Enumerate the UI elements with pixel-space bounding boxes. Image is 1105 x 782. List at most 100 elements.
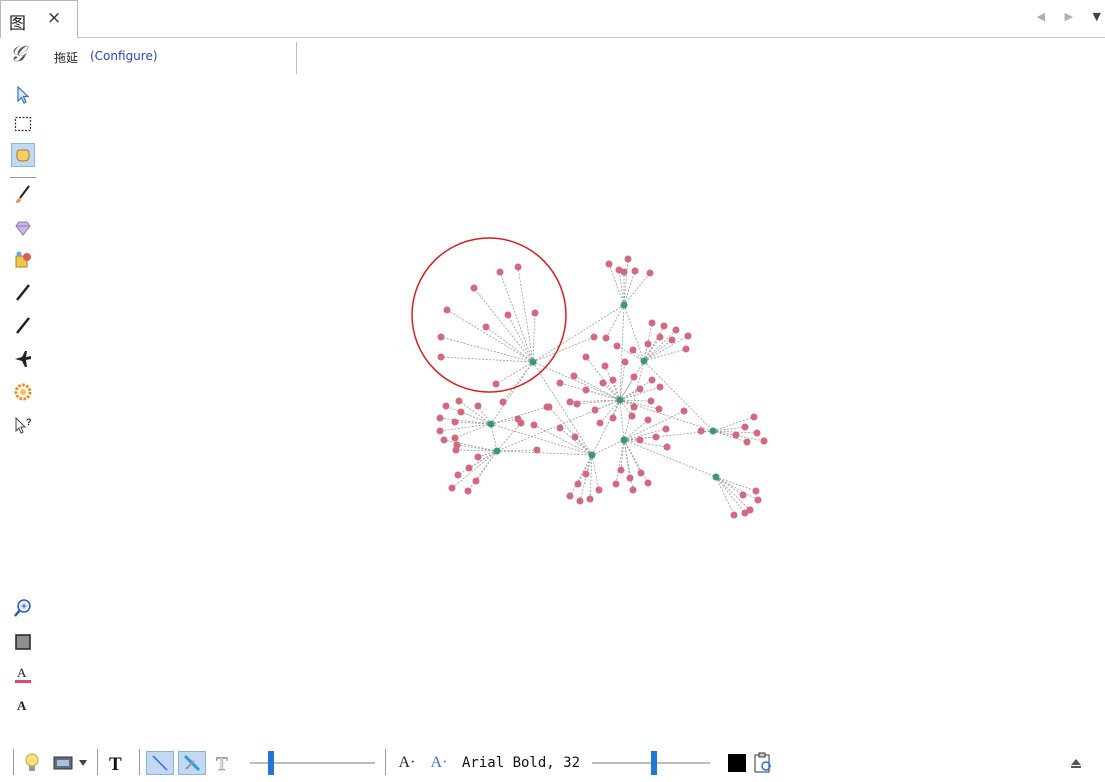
graph-node[interactable] [612, 480, 620, 488]
heat-map-tool-icon[interactable] [11, 380, 35, 404]
graph-hub-node[interactable] [620, 436, 628, 444]
graph-node[interactable] [566, 492, 574, 500]
graph-node[interactable] [437, 333, 445, 341]
graph-node[interactable] [586, 495, 594, 503]
graph-node[interactable] [644, 340, 652, 348]
graph-node[interactable] [617, 466, 625, 474]
graph-node[interactable] [605, 260, 613, 268]
graph-node[interactable] [571, 433, 579, 441]
graph-node[interactable] [656, 383, 664, 391]
chevron-down-icon[interactable]: ▼ [1093, 10, 1101, 23]
label-color-swatch[interactable] [726, 751, 748, 775]
graph-node[interactable] [472, 477, 480, 485]
graph-node[interactable] [452, 446, 460, 454]
graph-node[interactable] [655, 405, 663, 413]
graph-node[interactable] [517, 419, 525, 427]
graph-node[interactable] [739, 491, 747, 499]
graph-node[interactable] [482, 323, 490, 331]
graph-node[interactable] [443, 306, 451, 314]
graph-node[interactable] [629, 486, 637, 494]
graph-node[interactable] [656, 333, 664, 341]
graph-node[interactable] [530, 421, 538, 429]
graph-node[interactable] [474, 453, 482, 461]
graph-node[interactable] [595, 486, 603, 494]
tab-navigation[interactable]: ◀ ▶ ▼ [1037, 10, 1101, 23]
graph-node[interactable] [451, 418, 459, 426]
tab-scroll-arrows-icon[interactable]: ◀ ▶ [1037, 10, 1081, 23]
graph-node[interactable] [455, 397, 463, 405]
graph-node[interactable] [596, 419, 604, 427]
graph-node[interactable] [602, 334, 610, 342]
graph-node[interactable] [496, 268, 504, 276]
graph-node[interactable] [743, 438, 751, 446]
zoom-icon[interactable] [11, 596, 35, 620]
graph-node[interactable] [457, 408, 465, 416]
graph-node[interactable] [573, 400, 581, 408]
graph-node[interactable] [601, 362, 609, 370]
font-size-icon[interactable]: A [11, 693, 35, 717]
font-color-button[interactable]: A· [428, 751, 450, 775]
graph-node[interactable] [636, 385, 644, 393]
graph-node[interactable] [644, 416, 652, 424]
graph-node[interactable] [440, 436, 448, 444]
graph-node[interactable] [631, 267, 639, 275]
graph-node[interactable] [732, 431, 740, 439]
pencil-tool-icon[interactable] [11, 281, 35, 305]
graph-node[interactable] [629, 346, 637, 354]
graph-node[interactable] [697, 427, 705, 435]
graph-node[interactable] [454, 471, 462, 479]
graph-node[interactable] [437, 353, 445, 361]
graph-node[interactable] [556, 379, 564, 387]
graph-node[interactable] [514, 263, 522, 271]
graph-canvas[interactable] [44, 78, 1105, 743]
graph-hub-node[interactable] [493, 447, 501, 455]
graph-node[interactable] [620, 268, 628, 276]
label-size-slider[interactable] [651, 751, 657, 775]
graph-node[interactable] [582, 386, 590, 394]
graph-node[interactable] [599, 379, 607, 387]
graph-node[interactable] [531, 309, 539, 317]
select-pointer-tool-icon[interactable] [11, 83, 35, 107]
edit-info-tool-icon[interactable]: ? [11, 414, 35, 438]
graph-node[interactable] [464, 487, 472, 495]
graph-node[interactable] [436, 427, 444, 435]
brush-tool-icon[interactable] [11, 182, 35, 206]
lightbulb-icon[interactable] [21, 751, 43, 775]
graph-node[interactable] [442, 402, 450, 410]
graph-node[interactable] [582, 470, 590, 478]
configure-link[interactable]: (Configure) [90, 49, 158, 63]
graph-hub-node[interactable] [529, 358, 537, 366]
tab-graph[interactable]: 图 × [0, 0, 78, 38]
edge-scale-slider[interactable] [268, 751, 274, 775]
graph-node[interactable] [648, 319, 656, 327]
graph-node[interactable] [628, 412, 636, 420]
chevron-down-icon[interactable] [76, 751, 90, 775]
graph-hub-node[interactable] [588, 451, 596, 459]
show-node-labels-icon[interactable]: T [105, 751, 129, 775]
graph-node[interactable] [533, 446, 541, 454]
graph-node[interactable] [660, 322, 668, 330]
graph-node[interactable] [646, 269, 654, 277]
graph-node[interactable] [609, 376, 617, 384]
diamond-tool-icon[interactable] [11, 216, 35, 240]
paint-bucket-tool-icon[interactable] [11, 248, 35, 272]
graph-node[interactable] [647, 397, 655, 405]
graph-node[interactable] [570, 372, 578, 380]
background-color-icon[interactable] [11, 630, 35, 654]
graph-hub-node[interactable] [616, 396, 624, 404]
graph-node[interactable] [582, 353, 590, 361]
graph-hub-node[interactable] [709, 427, 717, 435]
graph-node[interactable] [474, 402, 482, 410]
text-color-icon[interactable]: A [11, 662, 35, 686]
graph-hub-node[interactable] [487, 420, 495, 428]
graph-node[interactable] [630, 403, 638, 411]
graph-node[interactable] [652, 433, 660, 441]
graph-node[interactable] [448, 484, 456, 492]
graph-node[interactable] [504, 311, 512, 319]
edge-color-icon[interactable] [178, 751, 206, 775]
graph-node[interactable] [644, 479, 652, 487]
shortest-path-tool-icon[interactable] [11, 347, 35, 371]
show-edge-labels-icon[interactable]: T [212, 751, 236, 775]
font-size-button[interactable]: A· [396, 751, 418, 775]
graph-node[interactable] [672, 326, 680, 334]
